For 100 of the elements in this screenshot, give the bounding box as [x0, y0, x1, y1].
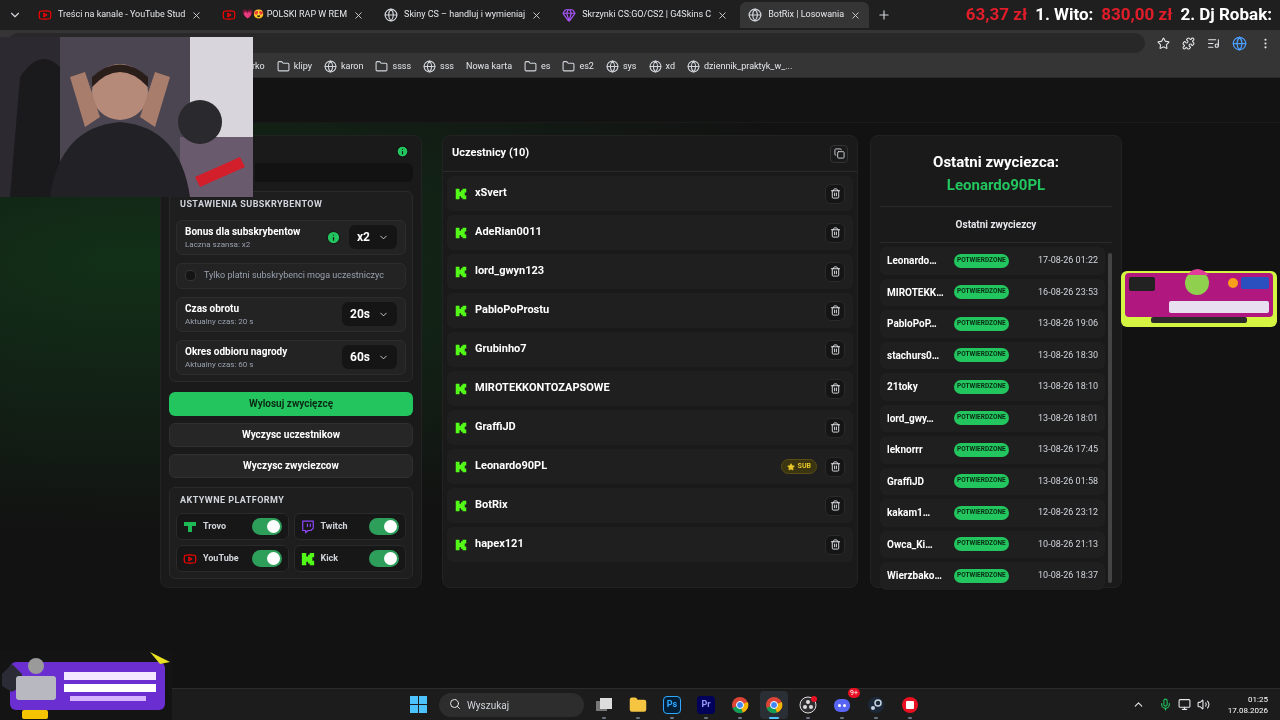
kick-logo-icon	[455, 343, 467, 356]
toggle-switch[interactable]	[369, 518, 399, 535]
delete-button[interactable]	[825, 495, 845, 516]
bookmark-item[interactable]: Nowa karta	[466, 59, 513, 74]
draw-winner-button[interactable]: Wylosuj zwycięzcę	[169, 391, 413, 416]
toggle-switch[interactable]	[369, 550, 399, 567]
platform-name: YouTube	[203, 551, 240, 565]
browser-tab[interactable]: Treści na kanale - YouTube Stud	[30, 2, 211, 28]
delete-button[interactable]	[825, 417, 845, 438]
browser-tab[interactable]: 💗😍 POLSKI RAP W REM	[214, 2, 373, 28]
winner-name: 21toky	[887, 380, 919, 395]
checkbox[interactable]	[185, 270, 196, 281]
bookmark-item[interactable]: karon	[323, 59, 364, 74]
search-icon	[449, 697, 461, 710]
participant-name: AdeRian0011	[475, 224, 543, 241]
clock[interactable]: 01:25 17.08.2026	[1227, 693, 1268, 716]
delete-button[interactable]	[825, 183, 845, 204]
trash-icon	[829, 344, 841, 355]
browser-tab[interactable]: Skrzynki CS:GO/CS2 | G4Skins C	[554, 2, 737, 28]
volume-icon[interactable]	[1196, 698, 1210, 711]
video-editor-icon[interactable]: Pr	[697, 695, 715, 714]
info-icon[interactable]	[326, 229, 341, 245]
trash-icon	[829, 188, 841, 199]
folder-icon	[375, 60, 389, 73]
delete-button[interactable]	[825, 261, 845, 282]
participant-name: MIROTEKKONTOZAPSOWE	[475, 380, 611, 397]
toggle-switch[interactable]	[251, 518, 282, 535]
participant-name: GraffiJD	[475, 419, 517, 436]
platform-name: Twitch	[320, 519, 349, 533]
windows-start-icon[interactable]	[410, 696, 427, 713]
close-icon[interactable]	[717, 9, 729, 21]
photo-editor-icon[interactable]: Ps	[663, 695, 681, 714]
media-controls-icon[interactable]	[1207, 36, 1220, 50]
value-dropdown[interactable]: 60s	[342, 345, 397, 369]
delete-button[interactable]	[825, 222, 845, 243]
globe-icon	[605, 60, 619, 73]
bookmark-item[interactable]: sss	[423, 59, 454, 74]
bookmark-item[interactable]: sys	[605, 59, 637, 74]
bookmark-item[interactable]: es2	[562, 59, 594, 74]
windows-stack-icon[interactable]	[595, 695, 613, 714]
delete-button[interactable]	[825, 378, 845, 399]
copy-icon	[833, 148, 845, 159]
close-icon[interactable]	[353, 9, 365, 21]
close-icon[interactable]	[850, 9, 862, 21]
browser-icon[interactable]	[731, 695, 749, 714]
bookmark-item[interactable]: es	[524, 59, 551, 74]
browser-tab[interactable]: BotRix | Losowania	[740, 2, 870, 28]
browser-icon[interactable]	[765, 695, 783, 714]
bookmark-item[interactable]: rko	[252, 59, 265, 74]
app-icon[interactable]	[901, 695, 919, 714]
bookmark-item[interactable]: klipy	[276, 59, 312, 74]
microphone-icon[interactable]	[1158, 698, 1172, 711]
donation-amount: 830,00 zł	[1101, 3, 1173, 27]
clear-button[interactable]: Wyczysc uczestnikow	[169, 422, 413, 447]
delete-button[interactable]	[825, 456, 845, 477]
monitor-icon[interactable]	[1177, 698, 1191, 711]
kick-logo-icon	[455, 499, 467, 512]
youtube-logo-icon	[183, 551, 197, 566]
new-tab-icon[interactable]	[877, 8, 892, 22]
steam-logo-icon[interactable]	[867, 695, 885, 714]
delete-button[interactable]	[825, 300, 845, 321]
trash-icon	[829, 305, 841, 316]
value-dropdown[interactable]: x2	[349, 225, 397, 249]
search-field[interactable]: Wyszukaj	[439, 693, 584, 718]
winner-name: PabloPoP…	[887, 317, 938, 332]
close-icon[interactable]	[531, 9, 543, 21]
record-circle-icon[interactable]	[799, 695, 817, 714]
bookmark-item[interactable]: dziennik_praktyk_w_...	[686, 59, 793, 74]
win-date: 13-08-26 19:06	[1038, 317, 1098, 330]
trash-icon	[829, 500, 841, 511]
win-date: 13-08-26 01:58	[1038, 474, 1098, 488]
scrollbar[interactable]	[1108, 253, 1112, 583]
globe-icon	[323, 60, 337, 73]
folder-icon[interactable]	[629, 695, 647, 714]
delete-button[interactable]	[825, 339, 845, 360]
value-dropdown[interactable]: 20s	[342, 302, 397, 326]
panel-title: Uczestnicy (10)	[452, 145, 530, 162]
globe-icon	[384, 8, 399, 22]
close-icon[interactable]	[191, 9, 203, 21]
info-icon[interactable]	[396, 145, 409, 159]
bookmark-item[interactable]: ssss	[375, 59, 412, 74]
bookmark-star-icon[interactable]	[1157, 36, 1170, 50]
section-title: USTAWIENIA SUBSKRYBENTOW	[179, 198, 324, 211]
clear-button[interactable]: Wyczysc zwyciezcow	[169, 453, 413, 478]
copy-button[interactable]	[830, 144, 848, 163]
delete-button[interactable]	[825, 534, 845, 555]
win-date: 17-08-26 01:22	[1038, 254, 1098, 267]
winner-name: Wierzbako…	[887, 569, 943, 584]
browser-tab[interactable]: Skiny CS – handluj i wymieniaj	[376, 2, 551, 28]
profile-avatar-icon[interactable]	[1232, 35, 1247, 51]
toggle-switch[interactable]	[251, 550, 282, 567]
bookmark-item[interactable]: xd	[648, 59, 675, 74]
participant-name: BotRix	[475, 497, 509, 514]
extensions-icon[interactable]	[1182, 36, 1195, 50]
kick-logo-icon	[455, 187, 467, 200]
kick-logo-icon	[455, 421, 467, 434]
platform-name: Trovo	[203, 519, 228, 533]
globe-icon	[648, 60, 662, 73]
trash-icon	[829, 461, 841, 472]
setting-subtitle: Aktualny czas: 60 s	[185, 358, 255, 371]
